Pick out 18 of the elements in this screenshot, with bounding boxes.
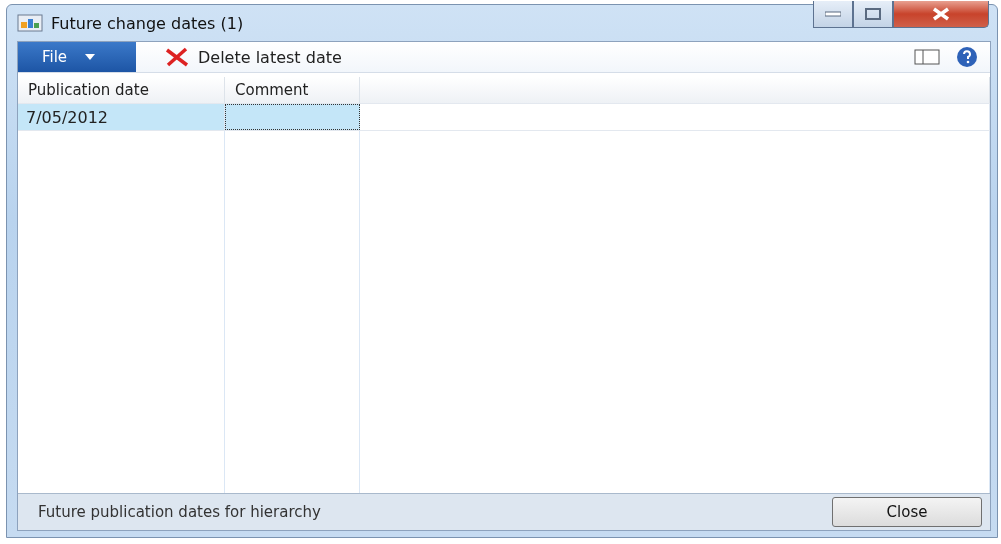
file-menu[interactable]: File	[18, 42, 136, 72]
delete-button[interactable]: Delete latest date	[164, 47, 342, 67]
minimize-button[interactable]	[813, 1, 853, 28]
maximize-button[interactable]	[853, 1, 893, 28]
help-icon[interactable]	[956, 46, 978, 68]
close-icon	[931, 7, 951, 21]
maximize-icon	[865, 8, 881, 20]
status-text: Future publication dates for hierarchy	[38, 503, 322, 521]
minimize-icon	[825, 11, 841, 17]
app-icon	[17, 13, 43, 33]
close-button[interactable]: Close	[832, 497, 982, 527]
caret-icon	[85, 54, 96, 60]
column-header[interactable]: Comment	[225, 77, 360, 103]
window-title: Future change dates (1)	[51, 13, 244, 33]
column-header[interactable]: Publication date	[18, 77, 225, 103]
delete-icon	[164, 47, 190, 67]
table-cell: 7/05/2012	[18, 104, 225, 130]
close-window-button[interactable]	[893, 1, 989, 28]
